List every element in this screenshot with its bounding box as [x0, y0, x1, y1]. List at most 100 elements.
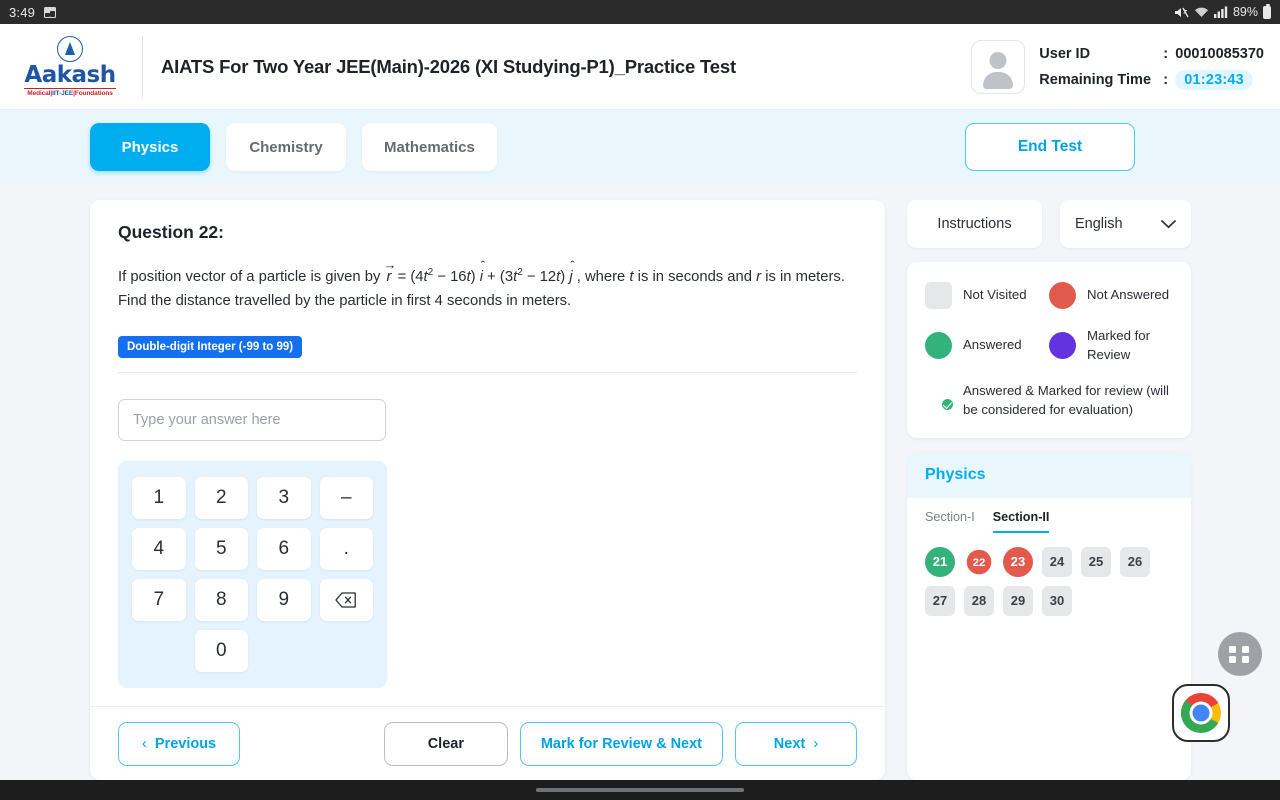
wifi-icon — [1194, 7, 1208, 17]
question-palette: Physics Section-I Section-II 21 22 23 24… — [907, 451, 1191, 780]
palette-question-22[interactable]: 22 — [966, 549, 992, 575]
palette-question-25[interactable]: 25 — [1081, 546, 1111, 577]
palette-question-28[interactable]: 28 — [964, 585, 994, 616]
user-id-colon: : — [1163, 45, 1169, 62]
key-5[interactable]: 5 — [194, 527, 248, 570]
end-test-button[interactable]: End Test — [965, 123, 1135, 171]
question-text: If position vector of a particle is give… — [118, 254, 857, 314]
legend-item-answered-marked: Answered & Marked for review (will be co… — [925, 382, 1173, 419]
palette-question-23[interactable]: 23 — [1003, 546, 1033, 577]
answer-input[interactable]: Type your answer here — [118, 398, 386, 441]
palette-question-24[interactable]: 24 — [1042, 546, 1072, 577]
palette-question-29[interactable]: 29 — [1003, 585, 1033, 616]
legend-label-marked-review: Marked for Review — [1087, 328, 1151, 362]
not-visited-swatch-icon — [925, 282, 952, 309]
key-6[interactable]: 6 — [257, 527, 311, 570]
legend-label-not-answered: Not Answered — [1087, 287, 1170, 303]
logo-wordmark: Aakash — [24, 62, 116, 88]
eq-sup2: 2 — [517, 267, 523, 278]
check-badge-icon — [941, 398, 954, 412]
legend-label-answered-marked: Answered & Marked for review (will be co… — [963, 383, 1169, 418]
clear-button[interactable]: Clear — [383, 721, 508, 766]
app-grid-fab[interactable] — [1218, 632, 1262, 676]
logo-tagline-foundations: Foundations — [74, 89, 113, 97]
key-backspace[interactable] — [319, 578, 373, 621]
question-divider — [118, 371, 857, 373]
eq-plus: + (3 — [487, 268, 514, 285]
remaining-time-label: Remaining Time — [1039, 71, 1152, 88]
key-7[interactable]: 7 — [132, 578, 186, 621]
section-tab-ii[interactable]: Section-II — [992, 510, 1050, 533]
brand-logo[interactable]: Aakash Medical|IIT-JEE|Foundations — [0, 36, 140, 97]
android-nav-bar — [0, 780, 1280, 800]
status-bar-left: 3:49 — [9, 5, 57, 20]
main-content: Question 22: If position vector of a par… — [0, 184, 1280, 780]
user-id-row: User ID : 00010085370 — [1039, 41, 1264, 67]
key-dot[interactable]: . — [319, 527, 373, 570]
legend-item-answered: Answered — [925, 327, 1049, 364]
eq-close1: ) — [470, 268, 476, 285]
remaining-time-value: 01:23:43 — [1175, 69, 1253, 90]
answer-type-badge: Double-digit Integer (-99 to 99) — [118, 335, 303, 358]
j-hat-symbol: j — [569, 255, 575, 290]
gesture-pill[interactable] — [536, 788, 744, 792]
not-answered-swatch-icon — [1049, 282, 1076, 309]
key-2[interactable]: 2 — [194, 476, 248, 519]
palette-question-21[interactable]: 21 — [925, 546, 955, 577]
signal-icon — [1213, 6, 1228, 18]
legend-label-not-visited: Not Visited — [963, 287, 1027, 303]
grid-dot-3 — [1229, 655, 1236, 663]
language-select[interactable]: English — [1060, 200, 1191, 248]
key-0[interactable]: 0 — [194, 629, 248, 672]
eq-mid1: − 16 — [437, 268, 467, 285]
key-blank-2 — [257, 630, 311, 672]
app-root: 3:49 89% Aakash Medical|IIT-JEE|Foundati… — [0, 0, 1280, 800]
previous-button[interactable]: ‹ Previous — [118, 721, 240, 766]
user-info-block: User ID : 00010085370 Remaining Time : 0… — [971, 39, 1264, 94]
status-legend: Not Visited Not Answered Answered Marked… — [907, 262, 1191, 438]
question-text-part3: is in seconds and — [637, 268, 752, 285]
user-id-value: 00010085370 — [1175, 45, 1264, 62]
battery-icon — [1263, 3, 1271, 19]
legend-label-answered: Answered — [963, 337, 1022, 353]
user-id-label: User ID — [1039, 45, 1091, 62]
palette-question-30[interactable]: 30 — [1042, 585, 1072, 616]
right-rail: Instructions English Not Visited Not Ans… — [907, 200, 1191, 780]
i-hat-symbol: i — [480, 255, 486, 290]
marked-review-swatch-icon — [1049, 332, 1076, 360]
key-8[interactable]: 8 — [194, 578, 248, 621]
mark-for-review-next-button[interactable]: Mark for Review & Next — [519, 721, 723, 766]
tab-chemistry[interactable]: Chemistry — [226, 123, 346, 171]
question-text-part1: If position vector of a particle is give… — [118, 268, 381, 285]
chrome-fab[interactable] — [1172, 684, 1230, 742]
language-value: English — [1075, 216, 1123, 232]
palette-question-26[interactable]: 26 — [1120, 546, 1150, 577]
key-4[interactable]: 4 — [132, 527, 186, 570]
next-button[interactable]: Next › — [735, 721, 857, 766]
next-button-label: Next — [773, 735, 806, 752]
android-status-bar: 3:49 89% — [0, 0, 1280, 24]
logo-tagline-medical: Medical — [27, 89, 51, 97]
page-title: AIATS For Two Year JEE(Main)-2026 (XI St… — [161, 55, 736, 77]
r-italic: r — [756, 268, 762, 285]
aakash-emblem-icon — [56, 36, 83, 62]
logo-tagline-iitjee: IIT-JEE — [52, 89, 74, 97]
grid-dot-2 — [1241, 645, 1249, 653]
key-1[interactable]: 1 — [132, 476, 186, 519]
palette-sections: Section-I Section-II — [907, 498, 1191, 533]
chevron-right-icon: › — [813, 735, 819, 752]
tab-physics[interactable]: Physics — [90, 123, 210, 171]
previous-button-label: Previous — [154, 735, 217, 752]
question-card: Question 22: If position vector of a par… — [90, 200, 885, 780]
key-9[interactable]: 9 — [257, 578, 311, 621]
section-tab-i[interactable]: Section-I — [925, 510, 975, 533]
header-divider — [142, 35, 143, 98]
palette-question-27[interactable]: 27 — [925, 585, 955, 616]
key-blank-1 — [132, 630, 186, 672]
tab-mathematics[interactable]: Mathematics — [362, 123, 497, 171]
palette-question-grid: 21 22 23 24 25 26 27 28 29 30 — [907, 533, 1191, 634]
key-minus[interactable]: – — [319, 476, 373, 519]
instructions-button[interactable]: Instructions — [907, 200, 1042, 248]
key-3[interactable]: 3 — [257, 476, 311, 519]
answered-swatch-icon — [925, 332, 952, 360]
